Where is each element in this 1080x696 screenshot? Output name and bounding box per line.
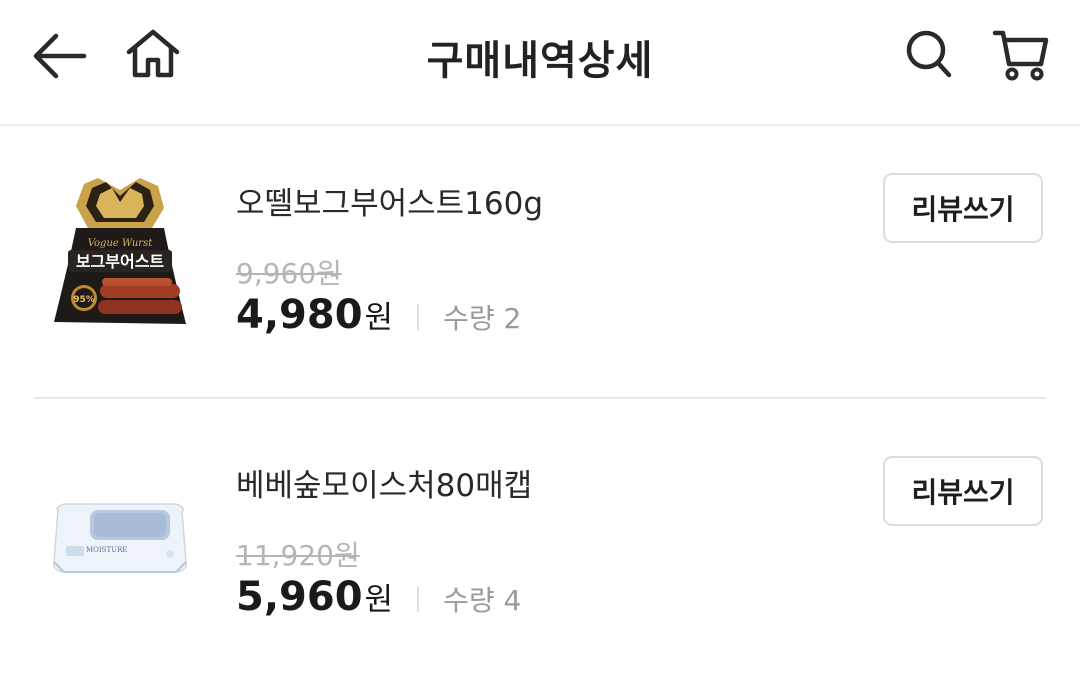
- price-unit: 원: [364, 300, 394, 336]
- write-review-button[interactable]: 리뷰쓰기: [883, 456, 1043, 526]
- item-divider: [34, 397, 1046, 399]
- product-thumbnail-sausage[interactable]: Vogue Wurst 보그부어스트 95%: [40, 176, 200, 336]
- original-price: 9,960원: [236, 257, 342, 290]
- order-item: Vogue Wurst 보그부어스트 95% 오뗄보그부어스트160g 9,96…: [0, 126, 1080, 398]
- brand-text: Vogue Wurst: [88, 238, 153, 249]
- label-text: 보그부어스트: [76, 252, 165, 271]
- write-review-button[interactable]: 리뷰쓰기: [883, 173, 1043, 243]
- quantity: 수량 2: [443, 302, 522, 335]
- app-header: 구매내역상세: [0, 0, 1080, 126]
- price-row: 5,960 원 수량 4: [236, 574, 521, 620]
- sale-price: 4,980: [236, 292, 363, 338]
- search-icon[interactable]: [904, 28, 954, 80]
- product-thumbnail-wipes[interactable]: MOISTURE: [40, 458, 200, 618]
- price-unit: 원: [364, 582, 394, 618]
- original-price: 11,920원: [236, 539, 360, 572]
- divider-bar: [417, 304, 420, 330]
- divider-bar: [417, 586, 420, 612]
- wipes-label-text: MOISTURE: [86, 546, 127, 554]
- order-item: MOISTURE 베베숲모이스처80매캡 11,920원 5,960 원 수량 …: [0, 400, 1080, 672]
- product-name[interactable]: 오뗄보그부어스트160g: [236, 178, 543, 223]
- quantity: 수량 4: [443, 584, 522, 617]
- cart-icon[interactable]: [992, 28, 1050, 82]
- product-name[interactable]: 베베숲모이스처80매캡: [236, 460, 532, 505]
- price-row: 4,980 원 수량 2: [236, 292, 521, 338]
- sale-price: 5,960: [236, 574, 363, 620]
- badge-text: 95%: [73, 295, 95, 305]
